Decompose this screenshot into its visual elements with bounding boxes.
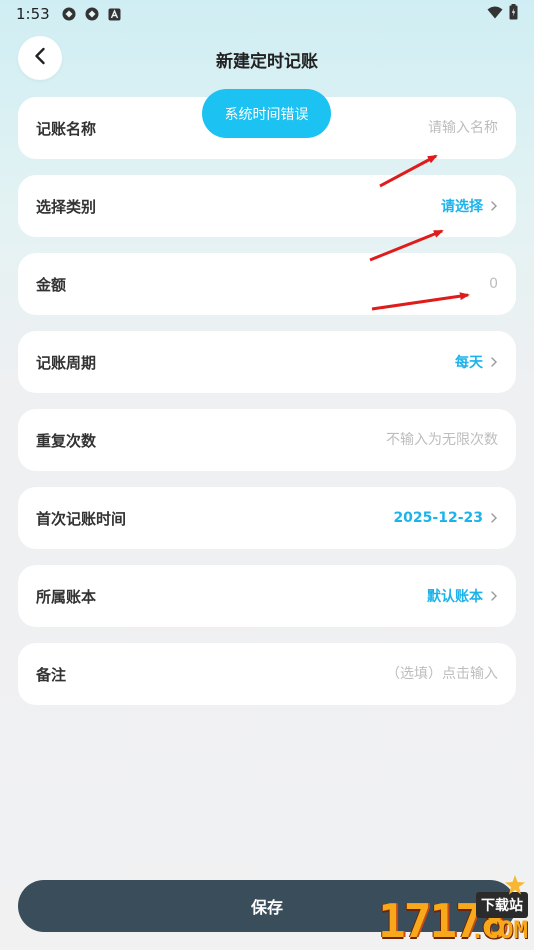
note-row[interactable]: 备注: [18, 643, 516, 705]
book-row[interactable]: 所属账本 默认账本: [18, 565, 516, 627]
book-value: 默认账本: [427, 589, 483, 605]
book-label: 所属账本: [36, 587, 97, 606]
period-label: 记账周期: [36, 353, 97, 372]
chevron-right-icon: [490, 512, 498, 524]
period-row[interactable]: 记账周期 每天: [18, 331, 516, 393]
first-time-right: 2025-12-23: [393, 510, 498, 526]
nav-bar: 新建定时记账: [0, 36, 534, 82]
status-bar: 1:53: [0, 0, 534, 28]
site-watermark: 17178 .COM 下载站: [300, 875, 532, 948]
category-label: 选择类别: [36, 197, 97, 216]
watermark-suffix: .COM: [470, 916, 528, 944]
error-toast: 系统时间错误: [202, 89, 331, 138]
chevron-right-icon: [490, 356, 498, 368]
note-label: 备注: [36, 665, 67, 684]
status-time: 1:53: [16, 5, 50, 23]
period-right: 每天: [455, 352, 498, 372]
first-time-label: 首次记账时间: [36, 509, 127, 528]
sync-icon-2: [85, 7, 99, 21]
back-button[interactable]: [18, 36, 62, 80]
amount-input[interactable]: [258, 276, 498, 292]
repeat-label: 重复次数: [36, 431, 97, 450]
note-input[interactable]: [258, 666, 498, 682]
category-value: 请选择: [441, 199, 483, 215]
amount-label: 金额: [36, 275, 67, 294]
category-row[interactable]: 选择类别 请选择: [18, 175, 516, 237]
battery-icon: [509, 4, 518, 24]
repeat-right: [258, 432, 498, 448]
repeat-input[interactable]: [258, 432, 498, 448]
sync-icon: [62, 7, 76, 21]
category-right: 请选择: [441, 196, 498, 216]
repeat-row[interactable]: 重复次数: [18, 409, 516, 471]
amount-row[interactable]: 金额: [18, 253, 516, 315]
name-label: 记账名称: [36, 119, 97, 138]
wifi-icon: [487, 5, 503, 23]
chevron-right-icon: [490, 200, 498, 212]
star-icon: [504, 874, 526, 896]
page-title: 新建定时记账: [216, 51, 318, 72]
period-value: 每天: [455, 355, 483, 371]
amount-right: [258, 276, 498, 292]
chevron-right-icon: [490, 590, 498, 602]
first-time-row[interactable]: 首次记账时间 2025-12-23: [18, 487, 516, 549]
app-notification-icon: [108, 7, 122, 21]
first-time-value: 2025-12-23: [393, 510, 483, 526]
note-right: [258, 666, 498, 682]
book-right: 默认账本: [427, 586, 498, 606]
chevron-left-icon: [34, 47, 46, 69]
